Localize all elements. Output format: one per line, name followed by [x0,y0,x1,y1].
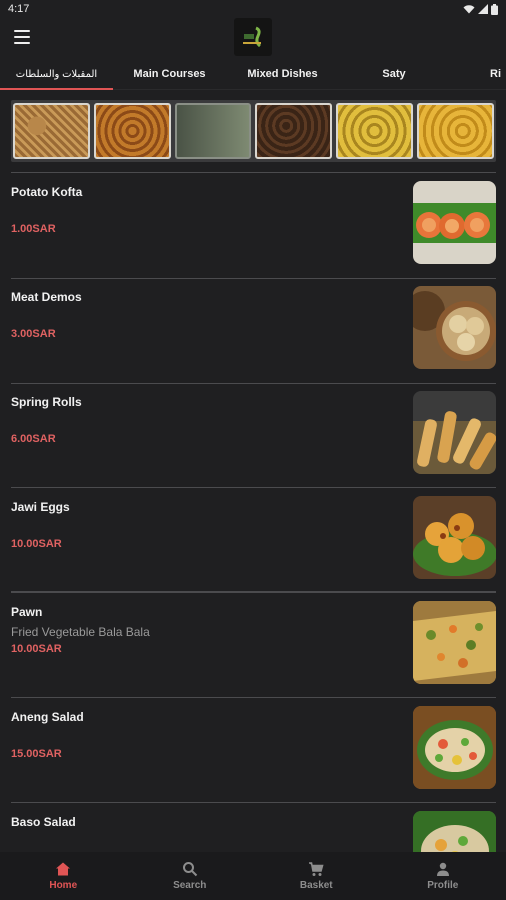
item-name: Baso Salad [11,815,76,829]
app-bar [0,18,506,58]
item-price: 1.00SAR [11,223,56,235]
tab-appetizers[interactable]: المقبلات والسلطات [0,58,113,90]
status-time: 4:17 [8,3,30,15]
item-name: Potato Kofta [11,185,83,199]
menu-item[interactable]: Potato Kofta 1.00SAR [0,173,506,278]
menu-list[interactable]: Potato Kofta 1.00SAR Meat Demos 3.00SAR … [0,92,506,852]
item-price: 10.00SAR [11,538,62,550]
item-photo [413,706,496,789]
search-icon [182,862,197,877]
status-icons [463,3,498,15]
item-name: Jawi Eggs [11,500,70,514]
item-name: Meat Demos [11,290,82,304]
category-banner-image [11,100,496,162]
item-photo [413,811,496,852]
item-price: 6.00SAR [11,433,56,445]
nav-basket[interactable]: Basket [253,852,380,900]
menu-item[interactable]: Spring Rolls 6.00SAR [0,383,506,488]
category-tabs: المقبلات والسلطات Main Courses Mixed Dis… [0,58,506,90]
nav-profile-label: Profile [427,880,459,891]
tab-main-courses[interactable]: Main Courses [113,58,226,90]
wifi-icon [463,5,475,14]
home-icon [56,862,71,876]
item-photo [413,601,496,684]
status-bar: 4:17 [0,0,506,18]
menu-item[interactable]: Pawn Fried Vegetable Bala Bala 10.00SAR [0,593,506,698]
signal-icon [478,4,488,14]
logo-icon [243,26,262,48]
item-price: 15.00SAR [11,748,62,760]
menu-button[interactable] [14,30,30,44]
nav-home-label: Home [49,880,78,891]
tab-partial[interactable]: Ri [490,58,506,90]
item-photo [413,181,496,264]
menu-item[interactable]: Baso Salad [0,803,506,852]
bottom-navigation: Home Search Basket Profile [0,852,506,900]
item-name: Aneng Salad [11,710,84,724]
nav-home[interactable]: Home [0,852,127,900]
item-price: 3.00SAR [11,328,56,340]
person-icon [436,862,449,876]
battery-icon [491,3,498,15]
item-name: Pawn [11,605,43,619]
item-photo [413,391,496,474]
restaurant-logo [234,18,272,56]
item-photo [413,496,496,579]
cart-icon [309,862,324,876]
menu-item[interactable]: Aneng Salad 15.00SAR [0,698,506,803]
nav-search-label: Search [173,880,207,891]
nav-basket-label: Basket [299,880,333,891]
tab-mixed-dishes[interactable]: Mixed Dishes [226,58,339,90]
item-price: 10.00SAR [11,643,62,655]
menu-item[interactable]: Meat Demos 3.00SAR [0,278,506,383]
tab-saty[interactable]: Saty [339,58,449,90]
item-description: Fried Vegetable Bala Bala [11,625,150,639]
item-photo [413,286,496,369]
nav-profile[interactable]: Profile [380,852,506,900]
item-name: Spring Rolls [11,395,82,409]
nav-search[interactable]: Search [127,852,254,900]
active-tab-indicator [0,88,113,90]
menu-item[interactable]: Jawi Eggs 10.00SAR [0,488,506,593]
